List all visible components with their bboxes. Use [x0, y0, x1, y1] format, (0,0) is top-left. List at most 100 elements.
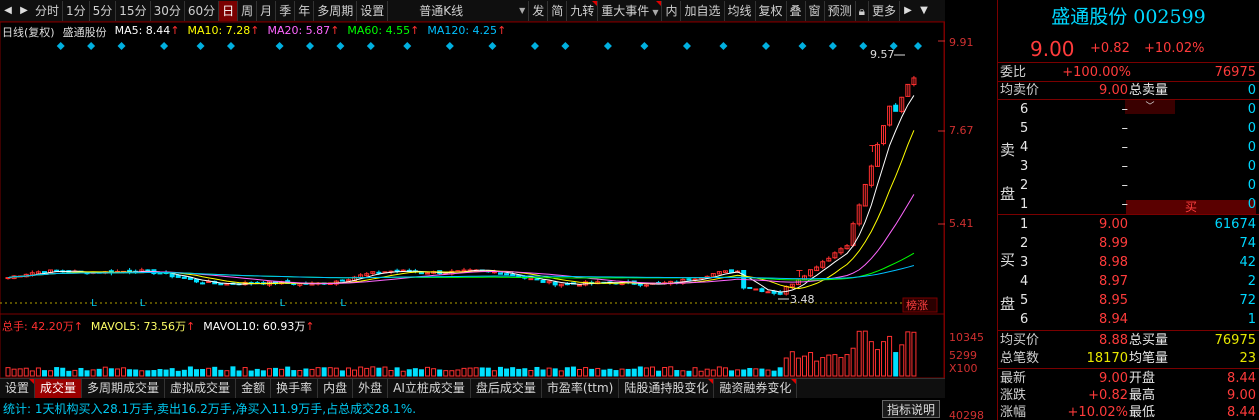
volume-bar	[497, 366, 503, 377]
tool-jiuzhuan-label: 九转	[570, 3, 595, 18]
buy-level-row[interactable]: 3 8.98 42	[998, 254, 1259, 271]
tool-jian[interactable]: 简	[548, 0, 568, 21]
menu-down-icon[interactable]: ▼	[916, 1, 932, 21]
volume-bar	[686, 370, 692, 377]
tool-forecast[interactable]: 预测	[825, 0, 856, 21]
volume-bar	[826, 354, 832, 377]
axis-tick-label: 40298	[949, 409, 984, 420]
volume-bar	[735, 369, 741, 377]
period-tab-day[interactable]: 日	[219, 0, 239, 21]
level-number: 1	[1020, 217, 1029, 232]
volume-bar	[905, 331, 911, 377]
indicator-help-button[interactable]: 指标说明	[882, 400, 940, 418]
tool-window[interactable]: 窗	[806, 0, 825, 21]
tab-inner[interactable]: 内盘	[318, 379, 354, 398]
more-button[interactable]: 更多	[869, 0, 900, 21]
buy-level-row[interactable]: 6 8.94 1	[998, 311, 1259, 328]
volume-bar	[789, 351, 795, 377]
period-tab-multi[interactable]: 多周期	[314, 0, 358, 21]
volume-bar	[236, 370, 242, 377]
volume-bar	[516, 368, 522, 377]
period-tab-1min[interactable]: 1分	[63, 0, 90, 21]
volume-bar	[874, 349, 880, 377]
tool-jiuzhuan[interactable]: 九转	[567, 0, 599, 21]
volume-bar	[139, 370, 145, 377]
weicha-value: 76975	[1214, 65, 1256, 80]
tab-turnover[interactable]: 换手率	[271, 379, 319, 398]
next-stock-icon[interactable]: ▶	[16, 1, 32, 21]
volume-bar	[127, 369, 133, 377]
candle	[41, 271, 47, 274]
candle	[534, 278, 540, 281]
tab-label: 融资融券变化	[719, 381, 792, 395]
tool-adjust[interactable]: 复权	[756, 0, 787, 21]
tab-settings[interactable]: 设置	[0, 379, 36, 398]
buy-level-row[interactable]: 2 8.99 74	[998, 235, 1259, 252]
volume-bar	[522, 368, 528, 377]
tool-overlay[interactable]: 叠	[787, 0, 806, 21]
volume-bar	[607, 368, 613, 377]
candle	[552, 281, 558, 286]
tab-outer[interactable]: 外盘	[353, 379, 389, 398]
volume-bar	[370, 366, 376, 377]
volume-bar	[254, 368, 260, 377]
tool-ma-lines[interactable]: 均线	[725, 0, 756, 21]
period-tab-week[interactable]: 周	[238, 0, 258, 21]
event-diamond-icon	[561, 42, 570, 50]
tab-margin-trading[interactable]: 融资融券变化	[714, 379, 798, 398]
sell-level-row[interactable]: 6 – 0	[998, 101, 1259, 118]
sell-level-row[interactable]: 4 – 0	[998, 139, 1259, 156]
settings-button[interactable]: 设置	[357, 0, 389, 21]
tab-virtual-volume[interactable]: 虚拟成交量	[165, 379, 237, 398]
tool-fa[interactable]: 发	[529, 0, 549, 21]
expand-right-icon[interactable]: ▶	[900, 1, 916, 21]
event-diamond-icon	[117, 42, 126, 50]
buy-level-row[interactable]: 5 8.95 72	[998, 292, 1259, 309]
buy-level-row[interactable]: 4 8.97 2	[998, 273, 1259, 290]
l-marker: L	[140, 298, 146, 309]
kline-type-select[interactable]: 普通K线 ▼	[394, 0, 530, 21]
period-tab-15min[interactable]: 15分	[116, 0, 151, 21]
volume-bar	[431, 368, 437, 377]
sell-level-row[interactable]: 3 – 0	[998, 158, 1259, 175]
ma20-label: MA20: 5.87↑	[267, 24, 339, 40]
sell-level-row[interactable]: 1 – 0	[998, 196, 1259, 213]
add-watchlist-button[interactable]: 加自选	[681, 0, 725, 21]
tab-hk-connect[interactable]: 陆股通持股变化	[619, 379, 715, 398]
volume-bar	[200, 368, 206, 377]
period-tab-month[interactable]: 月	[257, 0, 277, 21]
chart-mode-label: 日线(复权)	[2, 26, 55, 39]
tab-ai-volume[interactable]: AI立桩成交量	[388, 379, 471, 398]
t-marker: T	[868, 144, 876, 155]
volume-bar	[473, 367, 479, 377]
price-change-pct: +10.02%	[1144, 41, 1205, 56]
volume-bar	[637, 366, 643, 377]
tab-pe-ttm[interactable]: 市盈率(ttm)	[542, 379, 620, 398]
tab-after-hours-volume[interactable]: 盘后成交量	[471, 379, 542, 398]
volume-bar	[467, 367, 473, 377]
period-tab-60min[interactable]: 60分	[185, 0, 220, 21]
tool-major-events[interactable]: 重大事件 ▼	[598, 0, 663, 21]
volume-bar	[911, 331, 917, 377]
volume-bar	[570, 366, 576, 377]
pct-label: 涨幅	[1000, 405, 1027, 420]
tool-nei[interactable]: 内	[662, 0, 682, 21]
period-tab-intraday[interactable]: 分时	[32, 0, 64, 21]
period-tab-5min[interactable]: 5分	[90, 0, 117, 21]
latest-label: 最新	[1000, 371, 1027, 386]
lock-button[interactable]: 🔒︎	[856, 0, 869, 21]
ma-legend: 日线(复权) 盛通股份 MA5: 8.44↑ MA10: 7.28↑ MA20:…	[0, 24, 506, 40]
event-diamond-icon	[640, 42, 649, 50]
sell-level-row[interactable]: 5 – 0	[998, 120, 1259, 137]
period-tab-quarter[interactable]: 季	[276, 0, 296, 21]
period-tab-30min[interactable]: 30分	[151, 0, 185, 21]
period-tab-year[interactable]: 年	[295, 0, 315, 21]
tab-volume[interactable]: 成交量	[35, 379, 83, 398]
event-diamond-icon	[828, 42, 837, 50]
tab-multi-period-volume[interactable]: 多周期成交量	[82, 379, 166, 398]
quote-panel: 盛通股份 002599 9.00 +0.82 +10.02% 委比 +100.0…	[998, 0, 1259, 420]
tab-amount[interactable]: 金额	[236, 379, 272, 398]
prev-stock-icon[interactable]: ◀	[0, 1, 16, 21]
sell-level-row[interactable]: 2 – 0	[998, 177, 1259, 194]
buy-level-row[interactable]: 1 9.00 61674	[998, 216, 1259, 233]
